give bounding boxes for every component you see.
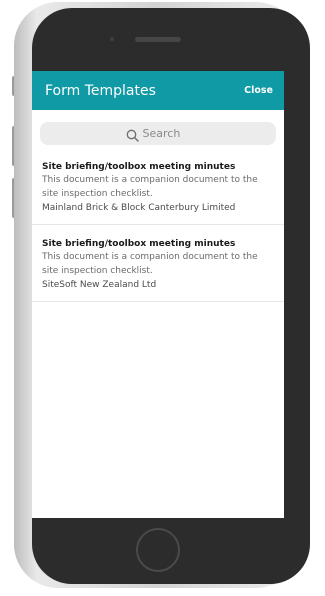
template-title: Site briefing/toolbox meeting minutes — [42, 162, 236, 172]
page-title: Form Templates — [45, 82, 156, 99]
search-icon — [126, 127, 139, 142]
template-description: This document is a companion document to… — [42, 175, 258, 199]
search-bar — [32, 110, 284, 145]
modal-header: Form Templates Close — [32, 71, 284, 110]
home-button[interactable] — [136, 528, 180, 572]
app-screen: Form Templates Close Site briefing/toolb… — [32, 71, 284, 518]
earpiece-speaker — [135, 37, 181, 42]
template-organization: Mainland Brick & Block Canterbury Limite… — [42, 203, 236, 213]
front-camera — [110, 37, 114, 41]
device-frame: Form Templates Close Site briefing/toolb… — [0, 0, 325, 596]
template-title: Site briefing/toolbox meeting minutes — [42, 239, 236, 249]
close-button[interactable]: Close — [244, 85, 273, 96]
template-organization: SiteSoft New Zealand Ltd — [42, 280, 157, 290]
template-list: Site briefing/toolbox meeting minutes Th… — [32, 161, 284, 302]
template-item[interactable]: Site briefing/toolbox meeting minutes Th… — [32, 238, 284, 302]
template-description: This document is a companion document to… — [42, 252, 258, 276]
search-input[interactable] — [142, 127, 191, 140]
template-item[interactable]: Site briefing/toolbox meeting minutes Th… — [32, 161, 284, 225]
search-box[interactable] — [40, 122, 276, 145]
